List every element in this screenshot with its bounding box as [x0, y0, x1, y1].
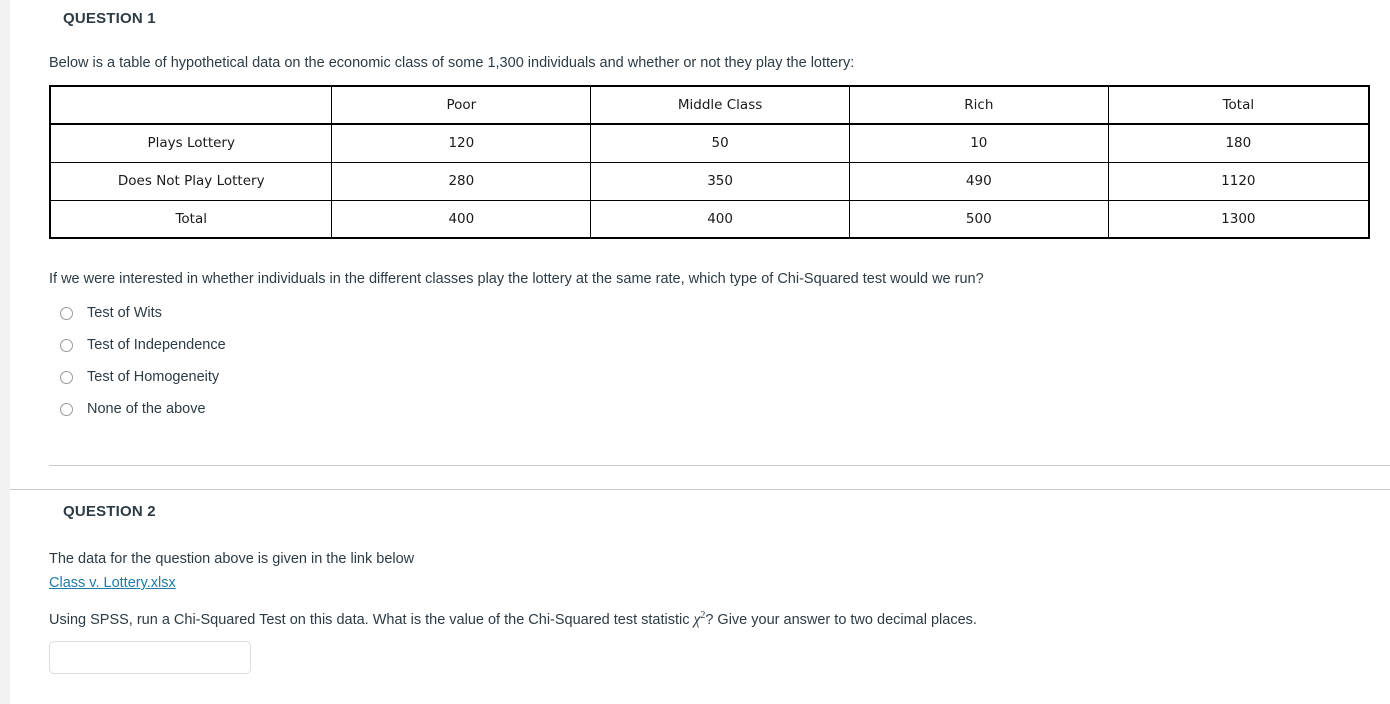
question-2-prompt-part2: ? Give your answer to two decimal places… [705, 612, 977, 628]
radio-button-icon[interactable] [60, 402, 73, 416]
option-row-test-of-homogeneity[interactable]: Test of Homogeneity [49, 361, 226, 393]
question-1-prompt-text: If we were interested in whether individ… [49, 271, 984, 287]
attachment-file-link[interactable]: Class v. Lottery.xlsx [49, 575, 176, 591]
radio-button-icon[interactable] [60, 306, 73, 320]
cell-plays-rich: 10 [848, 123, 1109, 163]
option-row-test-of-wits[interactable]: Test of Wits [49, 297, 226, 329]
question-2-intro-text: The data for the question above is given… [49, 551, 415, 567]
option-label-test-of-homogeneity: Test of Homogeneity [87, 369, 220, 385]
question-1-inner-divider [49, 465, 1390, 466]
table-row: Total 400 400 500 1300 [49, 199, 1370, 239]
question-1-heading: QUESTION 1 [63, 10, 156, 27]
question-1-intro-text: Below is a table of hypothetical data on… [49, 55, 855, 71]
table-header-middle-class: Middle Class [590, 85, 850, 125]
radio-button-icon[interactable] [60, 370, 73, 384]
table-row: Does Not Play Lottery 280 350 490 1120 [49, 161, 1370, 201]
cell-total-middle: 400 [590, 199, 850, 239]
table-header-rich: Rich [848, 85, 1109, 125]
cell-total-poor: 400 [331, 199, 592, 239]
table-header-total: Total [1107, 85, 1370, 125]
answer-input-field[interactable] [49, 641, 251, 674]
class-vs-lottery-table: Poor Middle Class Rich Total Plays Lotte… [49, 85, 1370, 239]
option-label-test-of-independence: Test of Independence [87, 337, 226, 353]
question-separator-divider [10, 489, 1390, 490]
question-2-prompt-part1: Using SPSS, run a Chi-Squared Test on th… [49, 612, 694, 628]
cell-plays-middle: 50 [590, 123, 850, 163]
question-1-options-list: Test of Wits Test of Independence Test o… [49, 297, 226, 425]
cell-notplays-rich: 490 [848, 161, 1109, 201]
radio-button-icon[interactable] [60, 338, 73, 352]
table-header-row: Poor Middle Class Rich Total [49, 85, 1370, 125]
table-row: Plays Lottery 120 50 10 180 [49, 123, 1370, 163]
row-label-does-not-play-lottery: Does Not Play Lottery [49, 161, 333, 201]
cell-grand-total: 1300 [1107, 199, 1370, 239]
option-label-test-of-wits: Test of Wits [87, 305, 162, 321]
option-row-none-of-the-above[interactable]: None of the above [49, 393, 226, 425]
quiz-page: QUESTION 1 Below is a table of hypotheti… [10, 0, 1390, 704]
cell-notplays-total: 1120 [1107, 161, 1370, 201]
cell-plays-total: 180 [1107, 123, 1370, 163]
table-corner-cell [49, 85, 333, 125]
cell-notplays-middle: 350 [590, 161, 850, 201]
cell-plays-poor: 120 [331, 123, 592, 163]
cell-notplays-poor: 280 [331, 161, 592, 201]
cell-total-rich: 500 [848, 199, 1109, 239]
option-label-none-of-the-above: None of the above [87, 401, 206, 417]
row-label-total: Total [49, 199, 333, 239]
row-label-plays-lottery: Plays Lottery [49, 123, 333, 163]
option-row-test-of-independence[interactable]: Test of Independence [49, 329, 226, 361]
question-2-prompt-text: Using SPSS, run a Chi-Squared Test on th… [49, 609, 977, 631]
table-header-poor: Poor [331, 85, 592, 125]
question-2-heading: QUESTION 2 [63, 503, 156, 520]
